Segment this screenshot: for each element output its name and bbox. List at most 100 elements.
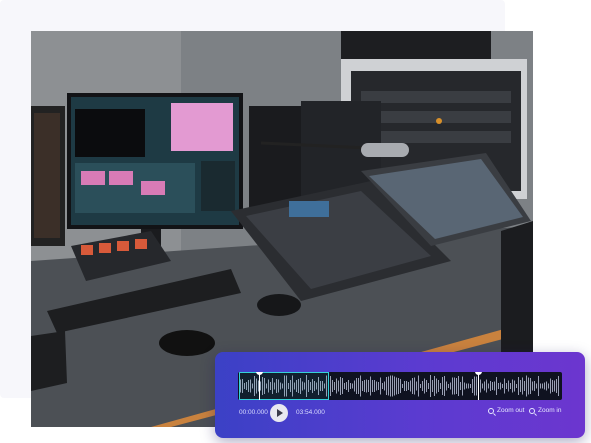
waveform-bar xyxy=(466,383,467,389)
waveform-bar xyxy=(556,379,557,393)
waveform-bar xyxy=(384,381,385,391)
waveform-bar xyxy=(454,377,455,395)
waveform-bar xyxy=(504,378,505,394)
waveform-bar xyxy=(496,377,497,395)
waveform-bar xyxy=(536,383,537,389)
waveform-bar xyxy=(434,376,435,396)
waveform-bar xyxy=(336,378,337,394)
waveform-bar xyxy=(548,383,549,389)
waveform-bar xyxy=(540,383,541,389)
waveform-bar xyxy=(530,378,531,394)
waveform-bar xyxy=(508,380,509,392)
waveform-bar xyxy=(402,384,403,388)
waveform-bar xyxy=(430,375,431,397)
audio-player-panel: 1 2 00:00.000 03:54.000 Zoom out Zoom in xyxy=(215,352,585,438)
waveform-bar xyxy=(432,380,433,392)
waveform-bar xyxy=(446,381,447,391)
start-time: 00:00.000 xyxy=(239,409,268,416)
zoom-out-label: Zoom out xyxy=(497,407,525,414)
waveform-bar xyxy=(544,382,545,390)
waveform-bar xyxy=(412,378,413,394)
waveform-bar xyxy=(420,384,421,388)
play-button[interactable] xyxy=(270,404,288,422)
waveform-bar xyxy=(356,378,357,394)
marker-1[interactable]: 1 xyxy=(255,372,263,400)
waveform-bar xyxy=(396,377,397,395)
waveform-bar xyxy=(474,376,475,396)
waveform-bar xyxy=(518,377,519,395)
waveform-bar xyxy=(476,376,477,396)
waveform-bar xyxy=(516,384,517,388)
play-icon xyxy=(277,409,283,417)
waveform-bar xyxy=(426,380,427,392)
waveform-bar xyxy=(460,382,461,390)
waveform-bar xyxy=(494,381,495,391)
waveform-bar xyxy=(330,376,331,396)
waveform-bar xyxy=(364,380,365,392)
waveform-bar xyxy=(490,381,491,391)
waveform-bar xyxy=(346,382,347,390)
waveform-bar xyxy=(444,376,445,396)
waveform-bar xyxy=(366,379,367,393)
waveform-bar xyxy=(398,378,399,394)
waveform-bar xyxy=(462,376,463,396)
waveform-bar xyxy=(368,380,369,392)
waveform-bar xyxy=(436,378,437,394)
waveform-bar xyxy=(552,380,553,392)
waveform-bar xyxy=(486,379,487,393)
waveform-bar xyxy=(550,378,551,394)
waveform-bar xyxy=(380,377,381,395)
waveform-bar xyxy=(392,375,393,397)
waveform-bar xyxy=(400,379,401,393)
waveform-bar xyxy=(440,383,441,389)
waveform-bar xyxy=(510,383,511,389)
waveform-bar xyxy=(484,381,485,391)
waveform-bar xyxy=(340,377,341,395)
waveform-bar xyxy=(442,377,443,395)
waveform-bar xyxy=(542,383,543,389)
waveform-bar xyxy=(338,380,339,392)
waveform-bar xyxy=(514,380,515,392)
waveform-bar xyxy=(500,382,501,390)
waveform-bar xyxy=(452,377,453,395)
waveform-bar xyxy=(524,381,525,391)
waveform-bar xyxy=(416,381,417,391)
marker-2[interactable]: 2 xyxy=(474,372,482,400)
zoom-out-icon xyxy=(488,407,494,414)
waveform-bar xyxy=(390,375,391,397)
waveform-bar xyxy=(502,384,503,388)
waveform-bar xyxy=(488,383,489,389)
waveform-bar xyxy=(378,382,379,390)
waveform-bar xyxy=(358,378,359,394)
waveform-bar xyxy=(386,377,387,395)
waveform-bar xyxy=(354,380,355,392)
zoom-out-button[interactable]: Zoom out xyxy=(488,407,524,414)
waveform-bar xyxy=(374,380,375,392)
waveform-bar xyxy=(422,381,423,391)
waveform-bar xyxy=(470,384,471,388)
waveform-bar xyxy=(522,377,523,395)
zoom-in-icon xyxy=(529,407,535,414)
waveform-bar xyxy=(512,379,513,393)
waveform-bar xyxy=(532,381,533,391)
waveform-bar xyxy=(348,380,349,392)
waveform-bar xyxy=(376,381,377,391)
waveform-track[interactable]: 1 2 xyxy=(238,372,562,400)
waveform-bar xyxy=(424,378,425,394)
waveform-bar xyxy=(534,381,535,391)
waveform-bar xyxy=(526,375,527,397)
waveform-bar xyxy=(448,384,449,388)
waveform-bar xyxy=(394,376,395,396)
waveform-bar xyxy=(388,376,389,396)
waveform-bar xyxy=(492,382,493,390)
selection-region[interactable] xyxy=(239,372,329,400)
waveform-bar xyxy=(370,376,371,396)
waveform-bar xyxy=(342,378,343,394)
zoom-in-button[interactable]: Zoom in xyxy=(529,407,561,414)
waveform-bar xyxy=(498,383,499,389)
waveform-bar xyxy=(406,381,407,391)
waveform-bar xyxy=(546,381,547,391)
waveform-bar xyxy=(456,378,457,394)
waveform-bar xyxy=(438,380,439,392)
waveform-bar xyxy=(428,383,429,389)
